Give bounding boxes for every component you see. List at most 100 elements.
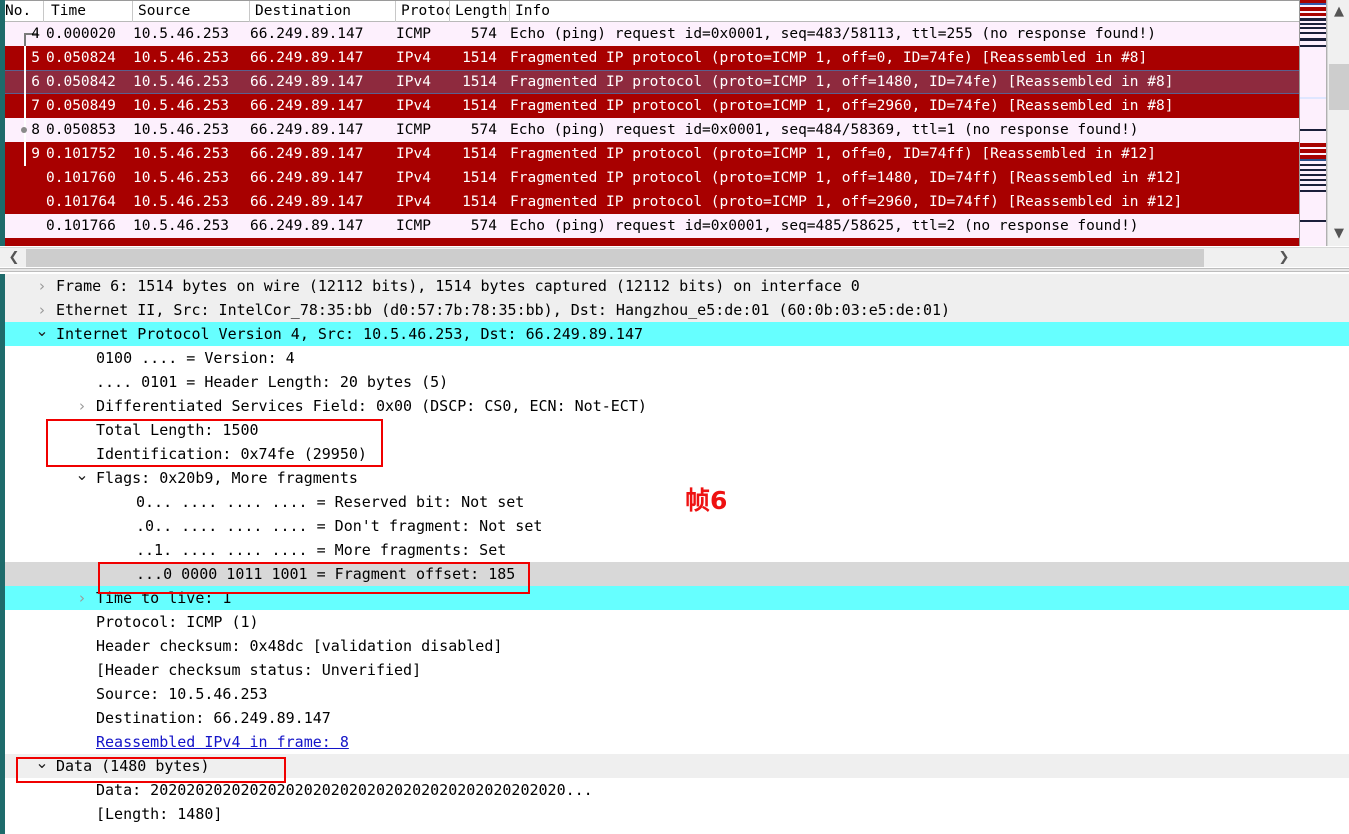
detail-tree-row[interactable]: Header checksum: 0x48dc [validation disa… <box>0 634 1349 658</box>
detail-tree-row[interactable]: Identification: 0x74fe (29950) <box>0 442 1349 466</box>
packet-cell-no <box>0 166 44 190</box>
detail-tree-row[interactable]: ..1. .... .... .... = More fragments: Se… <box>0 538 1349 562</box>
packet-row[interactable]: 0.101760 10.5.46.253 66.249.89.147 IPv4 1514… <box>0 166 1299 190</box>
detail-tree-row[interactable]: Reassembled IPv4 in frame: 8 <box>0 730 1349 754</box>
packet-cell-time <box>46 238 132 246</box>
column-header-time[interactable]: Time <box>46 1 133 22</box>
detail-tree-row[interactable]: Destination: 66.249.89.147 <box>0 706 1349 730</box>
detail-tree-row[interactable]: › Ethernet II, Src: IntelCor_78:35:bb (d0… <box>0 298 1349 322</box>
packet-cell-source: 10.5.46.253 <box>133 26 230 42</box>
detail-tree-row[interactable]: [Length: 1480] <box>0 802 1349 826</box>
packet-row[interactable]: 8 0.050853 10.5.46.253 66.249.89.147 ICMP 574… <box>0 118 1299 142</box>
detail-tree-label: Header checksum: 0x48dc [validation disa… <box>96 637 503 655</box>
column-header-destination[interactable]: Destination <box>250 1 396 22</box>
packet-cell-protocol: IPv4 <box>396 146 431 162</box>
chevron-right-icon[interactable]: › <box>34 298 50 322</box>
packet-cell-destination: 66.249.89.147 <box>250 146 364 162</box>
packet-cell-no <box>0 214 44 238</box>
minimap-stripe <box>1300 192 1326 220</box>
packet-cell-source: 10.5.46.253 <box>133 74 230 90</box>
packet-list-left-edge <box>0 0 5 246</box>
detail-tree-row[interactable]: Total Length: 1500 <box>0 418 1349 442</box>
detail-tree-label: Source: 10.5.46.253 <box>96 685 268 703</box>
vertical-scrollbar-thumb[interactable] <box>1329 64 1349 110</box>
detail-tree-row[interactable]: 0... .... .... .... = Reserved bit: Not … <box>0 490 1349 514</box>
packet-list-header[interactable]: No. Time Source Destination Protoc Length Info <box>0 0 1299 22</box>
detail-tree-row[interactable]: .0.. .... .... .... = Don't fragment: No… <box>0 514 1349 538</box>
packet-row[interactable] <box>0 238 1299 246</box>
detail-tree-row[interactable]: Data: 2020202020202020202020202020202020… <box>0 778 1349 802</box>
intelligent-scrollbar-minimap[interactable] <box>1300 0 1327 246</box>
packet-cell-time: 0.050824 <box>46 50 116 66</box>
detail-tree-row[interactable]: › Differentiated Services Field: 0x00 (DS… <box>0 394 1349 418</box>
packet-cell-length: 1514 <box>462 146 497 162</box>
packet-cell-destination: 66.249.89.147 <box>250 194 364 210</box>
detail-tree-row[interactable]: ⌄ Internet Protocol Version 4, Src: 10.5.… <box>0 322 1349 346</box>
packet-list-body[interactable]: No. Time Source Destination Protoc Length Info… <box>0 0 1300 246</box>
minimap-stripe <box>1300 99 1326 129</box>
chevron-left-icon[interactable]: ❮ <box>2 248 26 268</box>
detail-tree-row[interactable]: Source: 10.5.46.253 <box>0 682 1349 706</box>
packet-cell-length: 574 <box>470 122 497 138</box>
column-header-no[interactable]: No. <box>0 1 44 22</box>
packet-details-pane[interactable]: › Frame 6: 1514 bytes on wire (12112 bits… <box>0 274 1349 834</box>
packet-cell-length: 574 <box>470 218 497 234</box>
detail-tree-row[interactable]: › Time to live: 1 <box>0 586 1349 610</box>
packet-cell-protocol: ICMP <box>396 218 431 234</box>
column-header-info[interactable]: Info <box>510 1 1299 22</box>
chevron-down-icon[interactable]: ⌄ <box>34 322 50 346</box>
pane-splitter[interactable] <box>0 268 1349 272</box>
packet-row[interactable]: 4 0.000020 10.5.46.253 66.249.89.147 ICMP 574… <box>0 22 1299 46</box>
packet-row[interactable]: 0.101764 10.5.46.253 66.249.89.147 IPv4 1514… <box>0 190 1299 214</box>
column-header-length[interactable]: Length <box>450 1 510 22</box>
packet-cell-protocol: IPv4 <box>396 98 431 114</box>
packet-cell-source: 10.5.46.253 <box>133 122 230 138</box>
chevron-right-icon[interactable]: ❯ <box>1272 248 1296 268</box>
minimap-stripe <box>1300 47 1326 97</box>
packet-row[interactable]: 6 0.050842 10.5.46.253 66.249.89.147 IPv4 151… <box>0 70 1299 94</box>
packet-cell-info: Fragmented IP protocol (proto=ICMP 1, of… <box>510 146 1157 162</box>
detail-tree-row[interactable]: .... 0101 = Header Length: 20 bytes (5) <box>0 370 1349 394</box>
column-header-protocol[interactable]: Protoc <box>396 1 450 22</box>
packet-cell-no: 8 <box>31 122 40 138</box>
packet-cell-length: 1514 <box>462 194 497 210</box>
detail-tree-row[interactable]: ...0 0000 1011 1001 = Fragment offset: 1… <box>0 562 1349 586</box>
packet-row[interactable]: 7 0.050849 10.5.46.253 66.249.89.147 IPv4 151… <box>0 94 1299 118</box>
packet-row[interactable]: 0.101766 10.5.46.253 66.249.89.147 ICMP 574 E… <box>0 214 1299 238</box>
packet-cell-info: Fragmented IP protocol (proto=ICMP 1, of… <box>510 194 1183 210</box>
detail-tree-row[interactable]: ⌄ Flags: 0x20b9, More fragments <box>0 466 1349 490</box>
chevron-right-icon[interactable]: › <box>74 394 90 418</box>
chevron-down-icon[interactable]: ⌄ <box>34 754 50 778</box>
packet-list-rows[interactable]: 4 0.000020 10.5.46.253 66.249.89.147 ICMP 574… <box>0 22 1299 246</box>
chevron-right-icon[interactable]: › <box>74 586 90 610</box>
packet-list-vertical-scrollbar[interactable]: ▲ ▼ <box>1327 0 1349 246</box>
packet-cell-length: 1514 <box>462 74 497 90</box>
detail-tree-label: [Length: 1480] <box>96 805 223 823</box>
packet-cell-info: Echo (ping) request id=0x0001, seq=485/5… <box>510 218 1139 234</box>
packet-cell-protocol <box>396 238 450 246</box>
packet-list-horizontal-scrollbar[interactable]: ❮ ❯ <box>0 247 1349 267</box>
detail-tree-row[interactable]: ⌄ Data (1480 bytes) <box>0 754 1349 778</box>
packet-row[interactable]: 5 0.050824 10.5.46.253 66.249.89.147 IPv4 151… <box>0 46 1299 70</box>
packet-cell-time: 0.050849 <box>46 98 116 114</box>
packet-cell-info: Echo (ping) request id=0x0001, seq=484/5… <box>510 122 1139 138</box>
detail-tree-row[interactable]: Protocol: ICMP (1) <box>0 610 1349 634</box>
detail-tree-row[interactable]: [Header checksum status: Unverified] <box>0 658 1349 682</box>
column-header-source[interactable]: Source <box>133 1 250 22</box>
packet-row[interactable]: 9 0.101752 10.5.46.253 66.249.89.147 IPv4 151… <box>0 142 1299 166</box>
chevron-up-icon[interactable]: ▲ <box>1328 2 1349 22</box>
chevron-right-icon[interactable]: › <box>34 274 50 298</box>
packet-cell-protocol: IPv4 <box>396 50 431 66</box>
wireshark-window: No. Time Source Destination Protoc Length Info… <box>0 0 1349 834</box>
detail-tree-row[interactable]: 0100 .... = Version: 4 <box>0 346 1349 370</box>
packet-cell-source: 10.5.46.253 <box>133 146 230 162</box>
detail-tree-row[interactable]: › Frame 6: 1514 bytes on wire (12112 bits… <box>0 274 1349 298</box>
chevron-down-icon[interactable]: ▼ <box>1328 224 1349 244</box>
packet-cell-destination: 66.249.89.147 <box>250 218 364 234</box>
chevron-down-icon[interactable]: ⌄ <box>74 466 90 490</box>
detail-tree-label[interactable]: Reassembled IPv4 in frame: 8 <box>96 730 349 754</box>
horizontal-scrollbar-thumb[interactable] <box>26 249 1204 267</box>
packet-cell-source: 10.5.46.253 <box>133 98 230 114</box>
packet-details-tree[interactable]: › Frame 6: 1514 bytes on wire (12112 bits… <box>0 274 1349 826</box>
packet-cell-length: 1514 <box>462 50 497 66</box>
